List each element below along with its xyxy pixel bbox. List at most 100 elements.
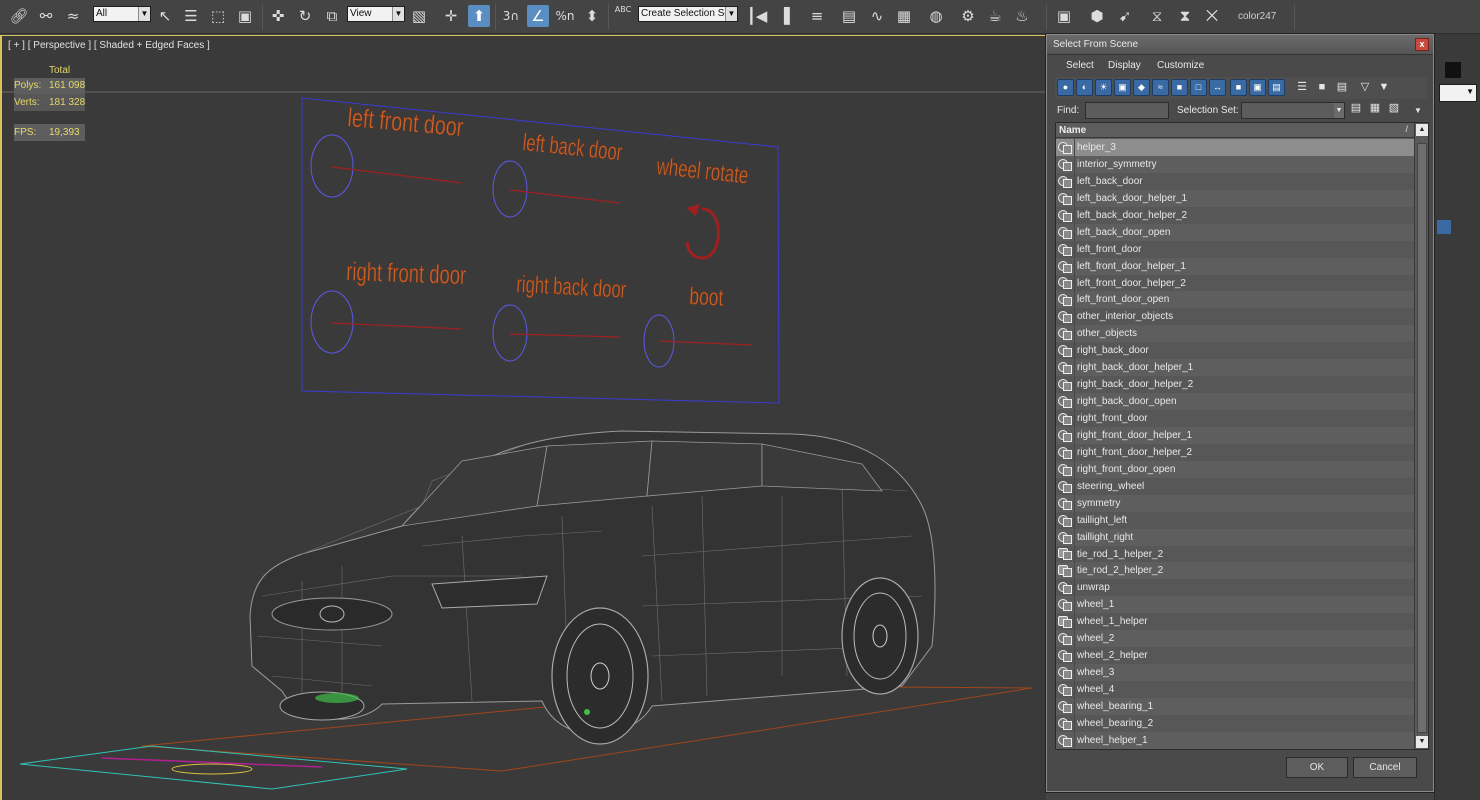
list-item[interactable]: wheel_bearing_2 [1056, 714, 1414, 732]
list-item[interactable]: left_back_door [1056, 172, 1414, 190]
list-item[interactable]: other_interior_objects [1056, 308, 1414, 326]
list-item[interactable]: wheel_3 [1056, 664, 1414, 681]
label-left-front-door[interactable]: left front door [346, 102, 465, 143]
list-item[interactable]: wheel_bearing_1 [1056, 697, 1414, 715]
pivot-center-icon[interactable]: ▧ [408, 4, 430, 28]
layer-icon[interactable]: ▣ [1053, 4, 1075, 28]
container-icon[interactable]: ⬢ [1086, 4, 1108, 28]
label-wheel-rotate[interactable]: wheel rotate [654, 153, 750, 190]
edit-named-selection-icon[interactable]: ABC [612, 4, 634, 28]
create-selection-set-icon[interactable]: ▤ [1349, 101, 1363, 116]
shapes-filter-icon[interactable]: ◐ [1076, 79, 1093, 96]
label-right-front-door[interactable]: right front door [346, 256, 468, 291]
geometry-filter-icon[interactable]: ● [1057, 79, 1074, 96]
keyboard-shortcut-override-icon[interactable]: ⬆ [468, 4, 490, 28]
frozen-filter-icon[interactable]: ▣ [1249, 79, 1266, 96]
schematic-view-icon[interactable]: ▦ [893, 4, 915, 28]
bones-filter-icon[interactable]: ↔ [1209, 79, 1226, 96]
list-item[interactable]: left_back_door_helper_2 [1056, 206, 1414, 224]
curve-editor-icon[interactable]: ∿ [866, 4, 888, 28]
unlink-selection-icon[interactable]: ⚯ [35, 4, 57, 28]
reactor-icon-3[interactable]: ⨉ [1201, 4, 1223, 28]
layer-manager-icon[interactable]: ≡ [806, 4, 828, 28]
list-item[interactable]: left_front_door_open [1056, 291, 1414, 309]
mirror-icon[interactable]: ┃◀ [746, 4, 768, 28]
angle-snap-icon[interactable]: ∠ [527, 4, 549, 28]
list-item[interactable]: right_front_door_helper_1 [1056, 426, 1414, 444]
reactor-icon-1[interactable]: ⧖ [1146, 4, 1168, 28]
scroll-down-icon[interactable]: ▼ [1416, 736, 1428, 748]
list-item[interactable]: left_front_door_helper_2 [1056, 274, 1414, 292]
list-item[interactable]: right_back_door_helper_1 [1056, 359, 1414, 377]
name-column-header[interactable]: Name / [1056, 123, 1414, 138]
list-item[interactable]: wheel_1 [1056, 596, 1414, 614]
remove-from-set-icon[interactable]: ▧ [1387, 101, 1401, 116]
spinner-snap-icon[interactable]: ⬍ [581, 4, 603, 28]
snaps-toggle-icon[interactable]: 3∩ [500, 4, 522, 28]
display-all-icon[interactable]: ☰ [1295, 80, 1309, 95]
display-invert-icon[interactable]: ▤ [1335, 80, 1349, 95]
list-item[interactable]: right_back_door_open [1056, 393, 1414, 410]
list-item[interactable]: tie_rod_1_helper_2 [1056, 545, 1414, 563]
graphite-tools-icon[interactable]: ▤ [838, 4, 860, 28]
perspective-viewport[interactable]: [ + ] [ Perspective ] [ Shaded + Edged F… [0, 35, 1046, 800]
reference-coordinate-dropdown[interactable]: View ▼ [347, 6, 405, 22]
containers-filter-icon[interactable]: ■ [1230, 79, 1247, 96]
list-item[interactable]: left_front_door_helper_1 [1056, 257, 1414, 275]
list-item[interactable]: tie_rod_2_helper_2 [1056, 562, 1414, 580]
list-scrollbar[interactable]: ▲ ▼ [1414, 123, 1428, 749]
list-item[interactable]: wheel_helper_1 [1056, 731, 1414, 749]
select-manipulate-icon[interactable]: ✛ [440, 4, 462, 28]
reactor-icon-2[interactable]: ⧗ [1174, 4, 1196, 28]
configure-modifier-icon[interactable] [1437, 220, 1451, 234]
tape-icon[interactable]: ➹ [1114, 4, 1136, 28]
more-options-icon[interactable]: ▼ [1411, 103, 1425, 118]
ok-button[interactable]: OK [1286, 757, 1348, 778]
list-item[interactable]: right_front_door [1056, 410, 1414, 427]
select-and-link-icon[interactable]: 🔗︎ [8, 4, 30, 28]
list-item[interactable]: other_objects [1056, 325, 1414, 343]
cancel-button[interactable]: Cancel [1353, 757, 1417, 778]
rectangular-selection-icon[interactable]: ⬚ [207, 4, 229, 28]
menu-select[interactable]: Select [1066, 60, 1094, 71]
label-left-back-door[interactable]: left back door [521, 129, 624, 167]
label-boot[interactable]: boot [688, 283, 725, 312]
list-item[interactable]: right_back_door [1056, 342, 1414, 360]
spacewarps-filter-icon[interactable]: ≈ [1152, 79, 1169, 96]
groups-filter-icon[interactable]: ■ [1171, 79, 1188, 96]
lights-filter-icon[interactable]: ☀ [1095, 79, 1112, 96]
filter-icon[interactable]: ▽ [1358, 80, 1372, 95]
list-item[interactable]: symmetry [1056, 494, 1414, 512]
rotate-icon[interactable]: ↻ [294, 4, 316, 28]
hidden-filter-icon[interactable]: ▤ [1268, 79, 1285, 96]
align-icon[interactable]: ▐ [773, 4, 795, 28]
list-item[interactable]: right_back_door_helper_2 [1056, 376, 1414, 394]
add-to-set-icon[interactable]: ▦ [1368, 101, 1382, 116]
list-item[interactable]: left_back_door_open [1056, 223, 1414, 241]
cameras-filter-icon[interactable]: ▣ [1114, 79, 1131, 96]
select-by-name-icon[interactable]: ☰ [180, 4, 202, 28]
modifier-list-dropdown[interactable]: ▼ [1439, 84, 1477, 102]
scale-icon[interactable]: ⧉ [321, 4, 343, 28]
dialog-titlebar[interactable]: Select From Scene x [1047, 35, 1433, 55]
list-item[interactable]: right_front_door_helper_2 [1056, 443, 1414, 461]
display-none-icon[interactable]: ■ [1315, 80, 1329, 95]
move-icon[interactable]: ✜ [267, 4, 289, 28]
list-item[interactable]: interior_symmetry [1056, 155, 1414, 173]
list-item[interactable]: right_front_door_open [1056, 460, 1414, 478]
percent-snap-icon[interactable]: %n [554, 4, 576, 28]
menu-customize[interactable]: Customize [1157, 60, 1204, 71]
list-item[interactable]: wheel_2_helper [1056, 647, 1414, 665]
list-item[interactable]: wheel_2 [1056, 630, 1414, 648]
render-production-icon[interactable]: ♨ [1011, 4, 1033, 28]
selection-set-dropdown[interactable]: ▼ [1241, 102, 1345, 119]
color-swatch-icon[interactable] [1445, 62, 1461, 78]
find-input[interactable] [1085, 102, 1169, 119]
list-item[interactable]: helper_3 [1056, 139, 1414, 156]
bind-to-space-warp-icon[interactable]: ≈ [62, 4, 84, 28]
list-item[interactable]: left_front_door [1056, 240, 1414, 258]
scroll-thumb[interactable] [1417, 143, 1427, 733]
filter-options-icon[interactable]: ▼ [1377, 80, 1391, 95]
window-crossing-icon[interactable]: ▣ [234, 4, 256, 28]
render-setup-icon[interactable]: ⚙ [957, 4, 979, 28]
